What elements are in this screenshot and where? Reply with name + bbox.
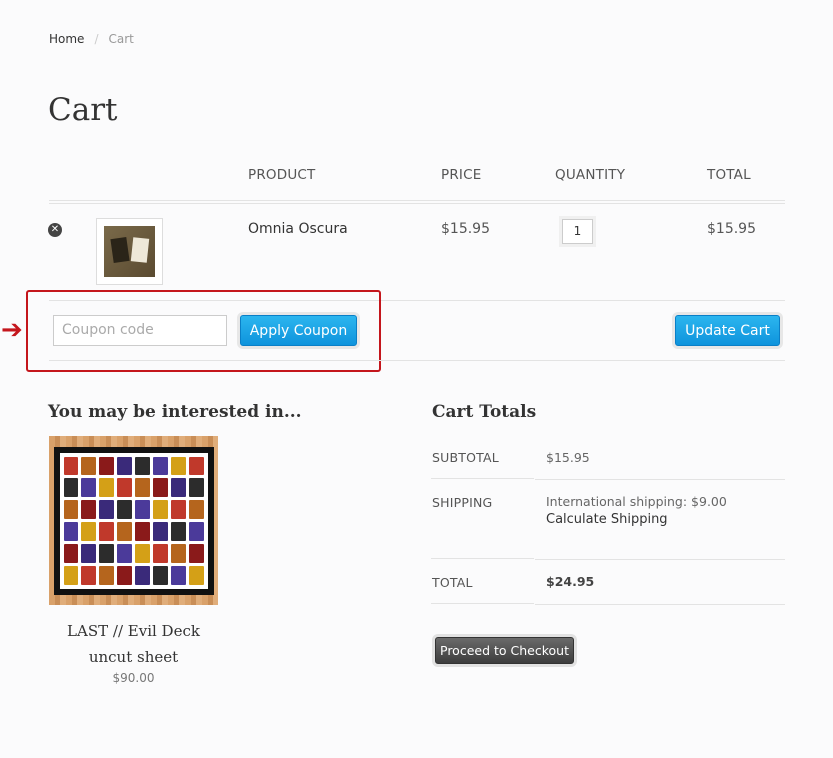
page-title: Cart xyxy=(48,92,118,128)
related-products-title: You may be interested in... xyxy=(48,402,302,422)
product-price: $15.95 xyxy=(441,221,490,237)
shipping-label: SHIPPING xyxy=(432,495,493,510)
uncut-sheet-card xyxy=(81,522,97,541)
uncut-sheet-card xyxy=(81,543,97,563)
uncut-sheet-card xyxy=(170,543,186,563)
uncut-sheet-card xyxy=(99,522,115,541)
uncut-sheet-card xyxy=(188,543,204,563)
arrow-right-icon: ➔ xyxy=(1,315,23,345)
proceed-to-checkout-button[interactable]: Proceed to Checkout xyxy=(435,637,574,664)
close-icon[interactable]: ✕ xyxy=(48,223,62,237)
uncut-sheet-card xyxy=(117,565,132,585)
subtotal-value: $15.95 xyxy=(546,450,590,465)
uncut-sheet-card xyxy=(117,478,132,498)
uncut-sheet-card xyxy=(152,500,168,519)
shipping-value: International shipping: $9.00 xyxy=(546,494,727,509)
uncut-sheet-card xyxy=(152,456,168,476)
totals-divider xyxy=(535,559,785,560)
uncut-sheet-card xyxy=(170,565,186,585)
uncut-sheet-card xyxy=(63,565,79,585)
breadcrumb-separator: / xyxy=(94,32,99,46)
table-header-divider xyxy=(49,200,785,201)
uncut-sheet-card xyxy=(170,522,186,541)
uncut-sheet-card xyxy=(170,456,186,476)
totals-divider xyxy=(431,603,534,604)
uncut-sheet-card xyxy=(99,478,115,498)
uncut-sheet-card xyxy=(99,456,115,476)
uncut-sheet-card xyxy=(81,500,97,519)
totals-divider xyxy=(431,558,534,559)
product-thumbnail-image xyxy=(104,226,155,277)
uncut-sheet-card xyxy=(152,565,168,585)
uncut-sheet-card xyxy=(63,522,79,541)
product-name-link[interactable]: Omnia Oscura xyxy=(248,221,348,237)
uncut-sheet-card xyxy=(117,456,132,476)
totals-divider xyxy=(431,478,534,479)
uncut-sheet-card xyxy=(117,522,132,541)
uncut-sheet-card xyxy=(81,478,97,498)
uncut-sheet-card xyxy=(152,478,168,498)
apply-coupon-button[interactable]: Apply Coupon xyxy=(240,315,357,346)
product-thumbnail[interactable] xyxy=(96,218,163,285)
actions-divider xyxy=(49,360,785,361)
related-product-name[interactable]: LAST // Evil Deck uncut sheet xyxy=(49,618,218,670)
column-header-quantity: QUANTITY xyxy=(555,167,626,183)
uncut-sheet-card xyxy=(135,522,150,541)
quantity-input[interactable]: 1 xyxy=(562,219,593,244)
totals-divider xyxy=(535,604,785,605)
product-line-total: $15.95 xyxy=(707,221,756,237)
update-cart-button[interactable]: Update Cart xyxy=(675,315,780,346)
totals-divider xyxy=(535,479,785,480)
uncut-sheet-card xyxy=(117,543,132,563)
uncut-sheet-card xyxy=(152,522,168,541)
cart-totals-title: Cart Totals xyxy=(432,402,537,422)
uncut-sheet-card xyxy=(99,565,115,585)
uncut-sheet-card xyxy=(152,543,168,563)
uncut-sheet-card xyxy=(99,543,115,563)
related-product-price: $90.00 xyxy=(112,671,155,685)
uncut-sheet-card xyxy=(135,478,150,498)
uncut-sheet-card xyxy=(170,478,186,498)
table-header-divider-2 xyxy=(49,203,785,204)
column-header-product: PRODUCT xyxy=(248,167,316,183)
subtotal-label: SUBTOTAL xyxy=(432,450,499,465)
uncut-sheet-card xyxy=(81,456,97,476)
total-value: $24.95 xyxy=(546,574,595,589)
uncut-sheet-card xyxy=(99,500,115,519)
uncut-sheet-card xyxy=(188,478,204,498)
uncut-sheet-card xyxy=(188,565,204,585)
uncut-sheet-card xyxy=(188,456,204,476)
calculate-shipping-link[interactable]: Calculate Shipping xyxy=(546,512,668,527)
total-label: TOTAL xyxy=(432,575,473,590)
breadcrumb-current: Cart xyxy=(108,32,134,46)
uncut-sheet-card xyxy=(63,543,79,563)
uncut-sheet-card xyxy=(170,500,186,519)
column-header-price: PRICE xyxy=(441,167,482,183)
uncut-sheet-card xyxy=(135,565,150,585)
uncut-sheet-card xyxy=(135,456,150,476)
related-product-image[interactable] xyxy=(49,436,218,605)
uncut-sheet-card xyxy=(117,500,132,519)
uncut-sheet-card xyxy=(135,543,150,563)
column-header-total: TOTAL xyxy=(707,167,751,183)
uncut-sheet-card xyxy=(188,522,204,541)
coupon-code-input[interactable]: Coupon code xyxy=(53,315,227,346)
uncut-sheet-card xyxy=(188,500,204,519)
uncut-sheet-card xyxy=(81,565,97,585)
breadcrumb: Home / Cart xyxy=(49,32,134,46)
uncut-sheet-card xyxy=(63,478,79,498)
uncut-sheet-card xyxy=(135,500,150,519)
uncut-sheet-card xyxy=(63,456,79,476)
breadcrumb-home-link[interactable]: Home xyxy=(49,32,84,46)
uncut-sheet-card xyxy=(63,500,79,519)
